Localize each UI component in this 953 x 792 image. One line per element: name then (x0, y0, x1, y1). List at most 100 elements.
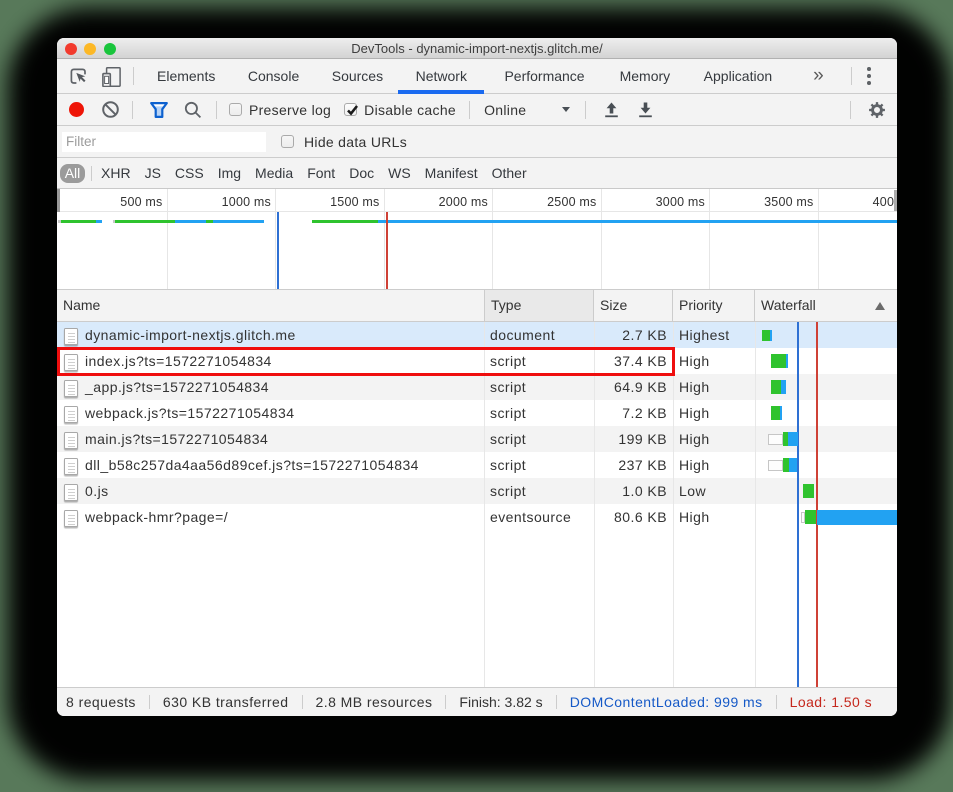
request-size: 2.7 KB (594, 322, 667, 348)
column-header-size[interactable]: Size (594, 290, 673, 321)
column-divider[interactable] (484, 322, 485, 687)
resource-type-filter-row: All XHR JS CSS Img Media Font Doc WS Man… (57, 158, 897, 189)
request-size: 7.2 KB (594, 400, 667, 426)
summary-bar: 8 requests 630 KB transferred 2.8 MB res… (57, 687, 897, 716)
more-tabs-chevron[interactable]: » (803, 60, 834, 92)
name-cell[interactable]: webpack.js?ts=1572271054834 (57, 400, 484, 426)
preserve-log-checkbox[interactable] (229, 103, 242, 116)
load-time: Load: 1.50 s (790, 694, 872, 710)
chip-other[interactable]: Other (492, 165, 527, 181)
column-header-name[interactable]: Name (57, 290, 484, 321)
device-toolbar-icon[interactable] (102, 67, 121, 87)
overview-request-bar (206, 220, 213, 223)
chip-xhr[interactable]: XHR (101, 165, 131, 181)
import-har-icon[interactable] (604, 102, 619, 118)
settings-gear-icon[interactable] (869, 102, 885, 118)
hide-data-urls-checkbox[interactable] (281, 135, 294, 148)
search-icon[interactable] (184, 101, 202, 119)
tab-network[interactable]: Network (400, 59, 483, 94)
column-header-priority[interactable]: Priority (673, 290, 755, 321)
chip-media[interactable]: Media (255, 165, 293, 181)
disable-cache-label[interactable]: Disable cache (364, 102, 456, 118)
tab-memory[interactable]: Memory (604, 59, 687, 94)
request-type: script (490, 478, 590, 504)
request-row[interactable]: dynamic-import-nextjs.glitch.medocument2… (57, 322, 897, 348)
record-network-log-button[interactable] (69, 102, 84, 117)
request-size: 199 KB (594, 426, 667, 452)
preserve-log-label[interactable]: Preserve log (249, 102, 331, 118)
tab-application[interactable]: Application (688, 59, 789, 94)
request-priority: High (679, 426, 755, 452)
name-cell[interactable]: webpack-hmr?page=/ (57, 504, 484, 530)
name-cell[interactable]: dynamic-import-nextjs.glitch.me (57, 322, 484, 348)
chip-img[interactable]: Img (218, 165, 241, 181)
tab-performance[interactable]: Performance (488, 59, 600, 94)
chip-ws[interactable]: WS (388, 165, 411, 181)
waterfall-bar-segment (768, 434, 783, 445)
waterfall-cell[interactable] (755, 426, 897, 452)
overview-tick-label: 2000 ms (432, 195, 488, 209)
overview-gridline (167, 189, 168, 289)
request-type: document (490, 322, 590, 348)
name-cell[interactable]: _app.js?ts=1572271054834 (57, 374, 484, 400)
name-cell[interactable]: 0.js (57, 478, 484, 504)
request-row[interactable]: dll_b58c257da4aa56d89cef.js?ts=157227105… (57, 452, 897, 478)
request-row[interactable]: webpack-hmr?page=/ eventsource80.6 KB High (57, 504, 897, 530)
request-name: webpack-hmr?page=/ (85, 504, 228, 530)
devtools-window: DevTools - dynamic-import-nextjs.glitch.… (57, 38, 897, 716)
waterfall-cell[interactable] (755, 322, 897, 348)
request-type: eventsource (490, 504, 590, 530)
waterfall-cell[interactable] (755, 374, 897, 400)
throttling-value: Online (484, 102, 526, 118)
request-row[interactable]: main.js?ts=1572271054834script199 KBHigh (57, 426, 897, 452)
name-cell[interactable]: dll_b58c257da4aa56d89cef.js?ts=157227105… (57, 452, 484, 478)
clear-icon[interactable] (102, 101, 119, 118)
request-row[interactable]: _app.js?ts=1572271054834script64.9 KBHig… (57, 374, 897, 400)
file-icon (64, 328, 78, 345)
chip-font[interactable]: Font (307, 165, 335, 181)
name-cell[interactable]: main.js?ts=1572271054834 (57, 426, 484, 452)
devtools-menu-kebab-icon[interactable] (867, 67, 871, 84)
requests-table: Name Type Size Priority Waterfall dynami… (57, 290, 897, 687)
network-overview-timeline[interactable]: 500 ms1000 ms1500 ms2000 ms2500 ms3000 m… (57, 189, 897, 290)
column-header-type[interactable]: Type (484, 290, 594, 321)
tab-elements[interactable]: Elements (141, 59, 231, 94)
requests-count: 8 requests (66, 694, 136, 710)
filter-icon[interactable] (150, 102, 168, 118)
disable-cache-checkbox[interactable] (344, 103, 357, 116)
waterfall-cell[interactable] (755, 504, 897, 530)
chip-css[interactable]: CSS (175, 165, 204, 181)
chip-manifest[interactable]: Manifest (425, 165, 478, 181)
chip-doc[interactable]: Doc (349, 165, 374, 181)
divider (91, 166, 92, 181)
tab-console[interactable]: Console (232, 59, 315, 94)
inspect-element-icon[interactable] (70, 68, 87, 85)
request-row[interactable]: 0.jsscript1.0 KBLow (57, 478, 897, 504)
waterfall-cell[interactable] (755, 400, 897, 426)
waterfall-bar-segment (803, 484, 814, 498)
waterfall-cell[interactable] (755, 478, 897, 504)
request-priority: High (679, 374, 755, 400)
divider (132, 101, 133, 119)
hide-data-urls-label[interactable]: Hide data URLs (304, 134, 407, 150)
chip-all[interactable]: All (60, 164, 85, 183)
waterfall-cell[interactable] (755, 348, 897, 374)
overview-tick-label: 1000 ms (215, 195, 271, 209)
overview-tick-label: 1500 ms (324, 195, 380, 209)
request-row[interactable]: webpack.js?ts=1572271054834script7.2 KBH… (57, 400, 897, 426)
tab-sources[interactable]: Sources (316, 59, 399, 94)
waterfall-bar-segment (805, 510, 816, 524)
overview-ruler-line (57, 211, 897, 212)
requests-table-header: Name Type Size Priority Waterfall (57, 290, 897, 322)
chip-js[interactable]: JS (145, 165, 161, 181)
column-divider[interactable] (673, 322, 674, 687)
waterfall-cell[interactable] (755, 452, 897, 478)
divider (302, 695, 303, 709)
request-name: dll_b58c257da4aa56d89cef.js?ts=157227105… (85, 452, 419, 478)
export-har-icon[interactable] (638, 102, 653, 118)
file-icon (64, 510, 78, 527)
filter-input[interactable] (62, 132, 266, 152)
request-size: 80.6 KB (594, 504, 667, 530)
request-priority: High (679, 504, 755, 530)
throttling-select[interactable]: Online (484, 102, 570, 118)
